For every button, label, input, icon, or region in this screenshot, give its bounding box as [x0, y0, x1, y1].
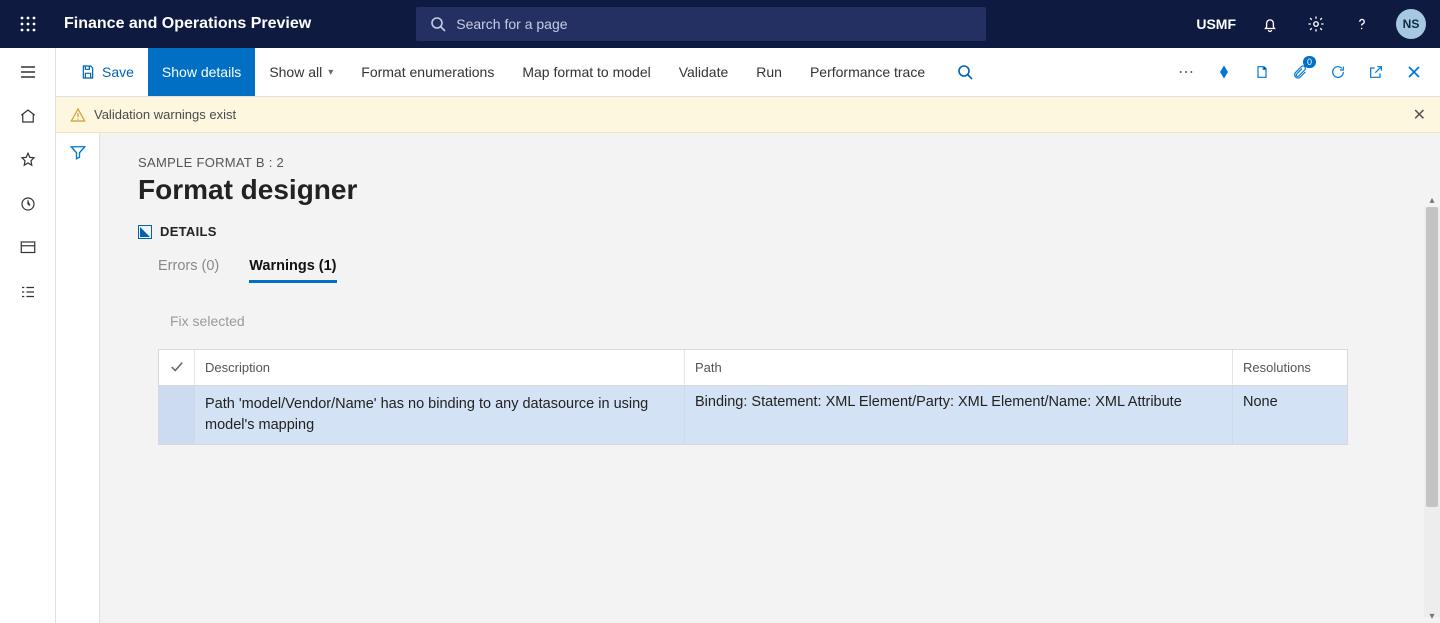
global-search-placeholder: Search for a page	[456, 16, 567, 32]
action-search-icon[interactable]	[957, 64, 973, 80]
validate-label: Validate	[679, 64, 729, 80]
tab-errors[interactable]: Errors (0)	[158, 258, 219, 283]
column-header-resolutions[interactable]: Resolutions	[1233, 350, 1347, 385]
workspace-icon[interactable]	[16, 236, 40, 260]
left-nav-rail	[0, 48, 56, 623]
close-page-icon[interactable]	[1402, 60, 1426, 84]
performance-trace-button[interactable]: Performance trace	[796, 48, 939, 96]
attachments-badge: 0	[1303, 56, 1316, 68]
global-search-input[interactable]: Search for a page	[416, 7, 986, 41]
favorites-icon[interactable]	[16, 148, 40, 172]
breadcrumb: SAMPLE FORMAT B : 2	[138, 155, 1394, 170]
grid-header: Description Path Resolutions	[159, 350, 1347, 386]
filter-pane-strip	[56, 133, 100, 623]
scroll-down-icon[interactable]: ▾	[1424, 609, 1440, 623]
top-header: Finance and Operations Preview Search fo…	[0, 0, 1440, 48]
close-banner-icon[interactable]: ✕	[1413, 105, 1426, 125]
search-icon	[430, 16, 446, 32]
save-icon	[80, 64, 96, 80]
vertical-scrollbar[interactable]: ▴ ▾	[1424, 207, 1440, 617]
show-all-button[interactable]: Show all ▾	[255, 48, 347, 96]
save-button-label: Save	[102, 64, 134, 80]
details-section-header[interactable]: DETAILS	[138, 224, 217, 239]
validation-warning-text: Validation warnings exist	[94, 107, 236, 122]
validate-button[interactable]: Validate	[665, 48, 743, 96]
header-right: USMF NS	[1196, 9, 1440, 39]
checkmark-icon	[170, 360, 184, 374]
validation-warning-banner: Validation warnings exist ✕	[56, 97, 1440, 133]
page-content: SAMPLE FORMAT B : 2 Format designer DETA…	[100, 133, 1440, 623]
app-launcher-icon[interactable]	[0, 0, 56, 48]
performance-trace-label: Performance trace	[810, 64, 925, 80]
office-icon[interactable]	[1250, 60, 1274, 84]
collapse-triangle-icon	[138, 225, 152, 239]
fix-selected-button[interactable]: Fix selected	[170, 313, 1394, 329]
tab-warnings[interactable]: Warnings (1)	[249, 258, 336, 283]
app-title: Finance and Operations Preview	[56, 15, 311, 33]
user-avatar[interactable]: NS	[1396, 9, 1426, 39]
show-details-button[interactable]: Show details	[148, 48, 255, 96]
modules-icon[interactable]	[16, 280, 40, 304]
power-apps-icon[interactable]	[1212, 60, 1236, 84]
show-all-label: Show all	[269, 64, 322, 80]
grid-row[interactable]: Path 'model/Vendor/Name' has no binding …	[159, 386, 1347, 444]
command-bar: Save Show details Show all ▾ Format enum…	[56, 48, 1440, 97]
chevron-down-icon: ▾	[328, 67, 333, 78]
attachments-icon[interactable]: 0	[1288, 60, 1312, 84]
show-details-label: Show details	[162, 64, 241, 80]
help-icon[interactable]	[1350, 12, 1374, 36]
column-header-description[interactable]: Description	[195, 350, 685, 385]
run-button[interactable]: Run	[742, 48, 796, 96]
map-format-label: Map format to model	[522, 64, 650, 80]
save-button[interactable]: Save	[66, 48, 148, 96]
map-format-button[interactable]: Map format to model	[508, 48, 664, 96]
company-code[interactable]: USMF	[1196, 16, 1236, 32]
format-enumerations-button[interactable]: Format enumerations	[347, 48, 508, 96]
format-enumerations-label: Format enumerations	[361, 64, 494, 80]
scroll-up-icon[interactable]: ▴	[1424, 193, 1440, 207]
details-tabs: Errors (0) Warnings (1)	[138, 258, 1394, 283]
page-title: Format designer	[138, 174, 1394, 206]
refresh-icon[interactable]	[1326, 60, 1350, 84]
gear-icon[interactable]	[1304, 12, 1328, 36]
row-resolutions-cell: None	[1233, 386, 1347, 444]
recent-icon[interactable]	[16, 192, 40, 216]
more-actions-icon[interactable]: ⋯	[1174, 60, 1198, 84]
row-path-cell: Binding: Statement: XML Element/Party: X…	[685, 386, 1233, 444]
popout-icon[interactable]	[1364, 60, 1388, 84]
row-select-cell[interactable]	[159, 386, 195, 444]
select-all-column[interactable]	[159, 350, 195, 385]
details-label: DETAILS	[160, 224, 217, 239]
run-label: Run	[756, 64, 782, 80]
home-icon[interactable]	[16, 104, 40, 128]
filter-icon[interactable]	[69, 143, 87, 623]
warning-triangle-icon	[70, 107, 86, 123]
row-description-cell: Path 'model/Vendor/Name' has no binding …	[195, 386, 685, 444]
warnings-grid: Description Path Resolutions Path 'model…	[158, 349, 1348, 445]
column-header-path[interactable]: Path	[685, 350, 1233, 385]
scrollbar-thumb[interactable]	[1426, 207, 1438, 507]
hamburger-icon[interactable]	[16, 60, 40, 84]
bell-icon[interactable]	[1258, 12, 1282, 36]
